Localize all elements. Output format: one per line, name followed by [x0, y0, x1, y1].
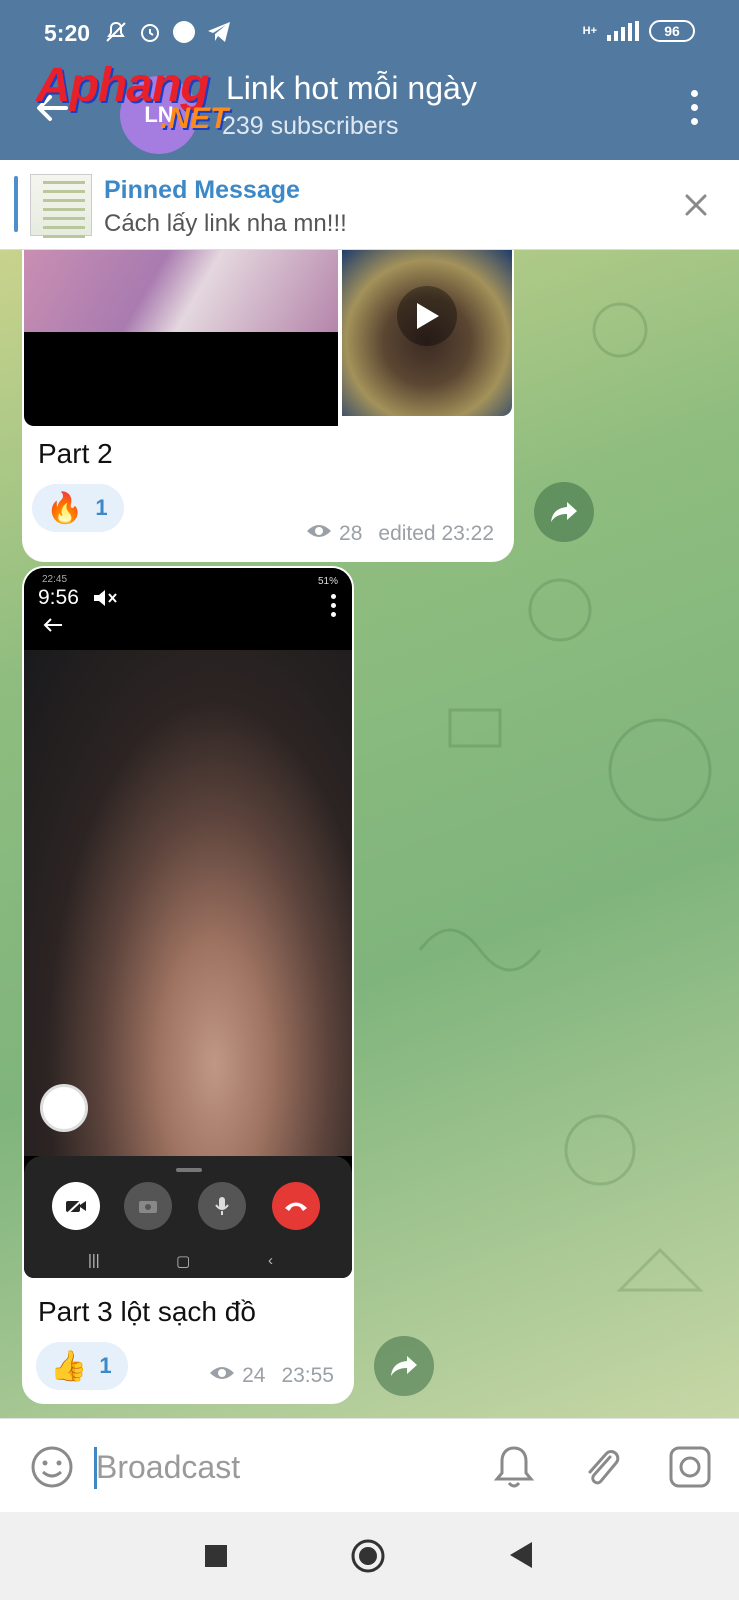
video-thumbnail[interactable]: 22:45 51% 9:56 ||| ▢ ‹	[24, 568, 352, 1278]
message-input-bar: Broadcast	[0, 1418, 739, 1512]
more-options-icon[interactable]	[689, 90, 699, 125]
home-nav-icon: ▢	[176, 1253, 191, 1270]
reaction-chip[interactable]: 👍 1	[36, 1342, 128, 1390]
bell-icon[interactable]	[492, 1443, 536, 1491]
video-thumbnail[interactable]	[342, 250, 512, 416]
microphone-icon	[198, 1182, 246, 1230]
emoji-icon[interactable]	[30, 1445, 74, 1489]
fire-icon: 🔥	[46, 491, 84, 525]
eye-icon	[208, 1364, 236, 1388]
recents-nav-icon: |||	[88, 1252, 100, 1269]
status-right: H+ 96	[583, 20, 695, 42]
view-count: 24	[242, 1364, 266, 1387]
channel-title[interactable]: Link hot mỗi ngày	[226, 70, 477, 107]
more-options-icon	[331, 594, 336, 617]
subscriber-count: 239 subscribers	[222, 112, 399, 140]
camera-switch-icon	[124, 1182, 172, 1230]
muted-bell-icon	[104, 20, 128, 49]
embedded-small-time: 22:45	[42, 574, 68, 585]
telegram-icon	[206, 20, 232, 49]
record-icon	[40, 1084, 88, 1132]
attach-icon[interactable]	[580, 1443, 624, 1491]
status-bar: 5:20 H+ 96	[0, 0, 739, 64]
forward-icon[interactable]	[534, 482, 594, 542]
forward-icon[interactable]	[374, 1336, 434, 1396]
back-arrow-icon	[42, 616, 64, 634]
video-off-icon	[52, 1182, 100, 1230]
network-type: H+	[582, 25, 597, 37]
pinned-indicator	[14, 176, 18, 232]
embedded-battery: 51%	[317, 576, 338, 587]
camera-icon[interactable]	[668, 1445, 712, 1489]
message-caption: Part 2	[38, 438, 113, 469]
pinned-text: Cách lấy link nha mn!!!	[104, 210, 347, 237]
status-time: 5:20	[44, 20, 91, 46]
status-icons	[104, 20, 232, 49]
pinned-title: Pinned Message	[104, 176, 300, 204]
message-caption: Part 3 lột sạch đồ	[38, 1296, 256, 1327]
pinned-thumbnail	[30, 174, 92, 238]
chat-area[interactable]: Part 2 🔥 1 28 edited 23:22 22:45 51% 9:5…	[0, 250, 739, 1418]
embedded-status-bar: 22:45 51% 9:56	[24, 568, 352, 646]
back-nav-icon[interactable]	[508, 1540, 534, 1575]
call-controls: ||| ▢ ‹	[24, 1156, 352, 1278]
message-time: 23:55	[281, 1364, 334, 1387]
message-time: edited 23:22	[378, 522, 494, 545]
eye-icon	[305, 522, 333, 546]
pinned-message-bar[interactable]: Pinned Message Cách lấy link nha mn!!!	[0, 160, 739, 250]
back-nav-icon: ‹	[268, 1252, 273, 1269]
home-nav-icon[interactable]	[350, 1538, 386, 1579]
end-call-icon	[272, 1182, 320, 1230]
media-thumbnail[interactable]	[24, 250, 338, 426]
thumbs-up-icon: 👍	[50, 1349, 88, 1383]
play-icon[interactable]	[397, 286, 457, 347]
battery-indicator: 96	[649, 20, 695, 42]
app-header: 5:20 H+ 96 LN Aphang .NET Link hot mỗi n…	[0, 0, 739, 160]
alarm-icon	[138, 20, 162, 49]
video-frame	[24, 650, 352, 1156]
close-icon[interactable]	[679, 188, 713, 222]
view-count: 28	[339, 522, 363, 545]
broadcast-input[interactable]: Broadcast	[96, 1449, 240, 1486]
system-navigation-bar	[0, 1512, 739, 1600]
message-meta: 24 23:55	[208, 1364, 334, 1388]
message-bubble[interactable]: 22:45 51% 9:56 ||| ▢ ‹ Part 3 lột sạch đ…	[22, 566, 354, 1404]
recents-nav-icon[interactable]	[204, 1544, 228, 1573]
signal-icon	[607, 21, 639, 41]
mute-icon	[92, 588, 118, 613]
reaction-chip[interactable]: 🔥 1	[32, 484, 124, 532]
reaction-count: 1	[99, 1353, 112, 1378]
embedded-time: 9:56	[38, 586, 79, 609]
circle-icon	[172, 20, 196, 49]
message-bubble[interactable]: Part 2 🔥 1 28 edited 23:22	[22, 250, 514, 562]
message-meta: 28 edited 23:22	[305, 522, 494, 546]
reaction-count: 1	[95, 495, 108, 520]
watermark-suffix: .NET	[160, 102, 229, 135]
